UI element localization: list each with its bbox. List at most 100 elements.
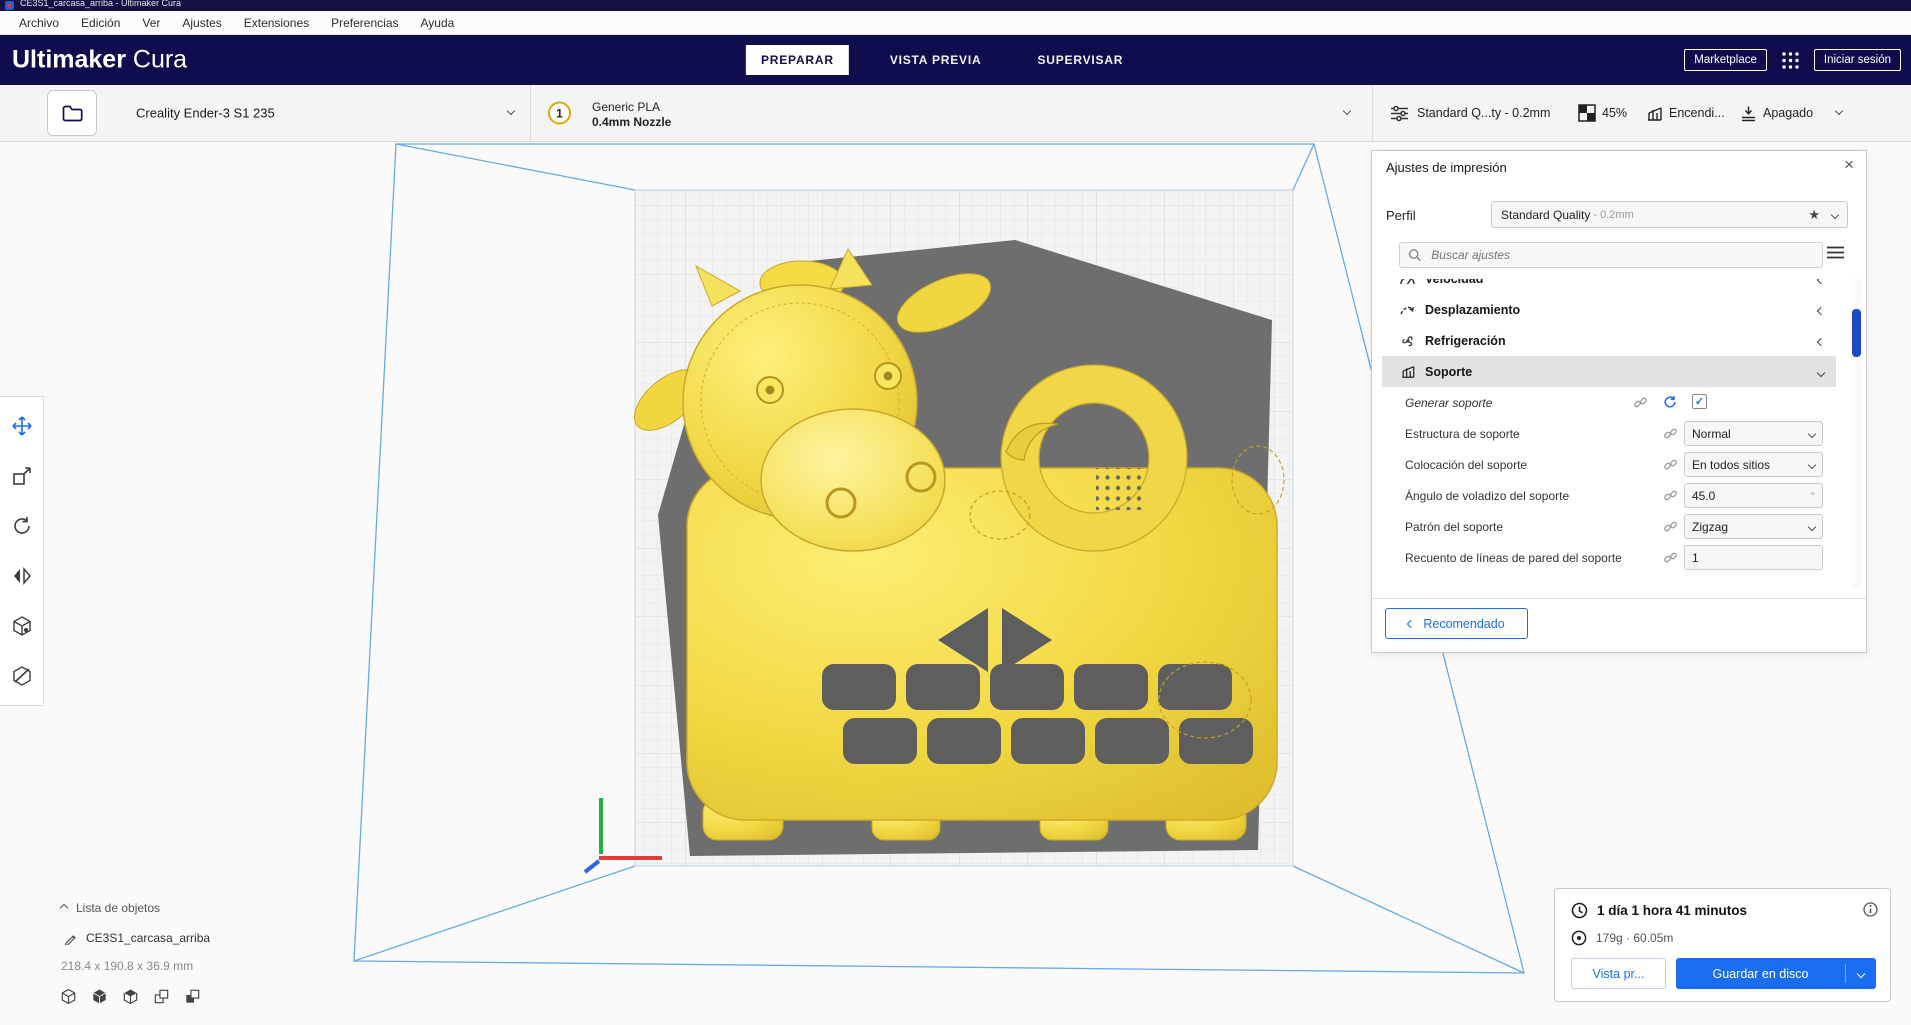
menu-ajustes[interactable]: Ajustes xyxy=(171,11,232,34)
reset-icon[interactable] xyxy=(1663,395,1677,409)
preview-button[interactable]: Vista pr... xyxy=(1571,958,1666,989)
profile-dropdown[interactable]: Standard Quality - 0.2mm ★ xyxy=(1491,201,1848,228)
cube-top-icon[interactable] xyxy=(122,988,139,1005)
cubes-copy-icon[interactable] xyxy=(184,988,201,1005)
material-usage: 179g · 60.05m xyxy=(1571,930,1673,946)
cooling-fan-icon xyxy=(1399,333,1416,349)
save-chevron-down-icon[interactable] xyxy=(1856,969,1866,978)
settings-scrollbar[interactable] xyxy=(1852,279,1861,587)
sliders-icon xyxy=(1391,105,1408,121)
material-usage-value: 179g · 60.05m xyxy=(1596,931,1674,945)
recommended-mode-button[interactable]: Recomendado xyxy=(1385,608,1528,639)
setting-label: Ángulo de voladizo del soporte xyxy=(1405,488,1570,503)
support-pattern-dropdown[interactable]: Zigzag xyxy=(1684,514,1823,539)
overhang-angle-input[interactable]: 45.0 ° xyxy=(1684,483,1823,508)
link-icon[interactable] xyxy=(1633,395,1648,410)
link-icon[interactable] xyxy=(1663,519,1678,534)
profile-suffix: - 0.2mm xyxy=(1593,208,1634,221)
printer-selector[interactable]: Creality Ender-3 S1 235 xyxy=(136,106,275,121)
support-wall-count-input[interactable]: 1 xyxy=(1684,545,1823,570)
tab-vista-previa[interactable]: VISTA PREVIA xyxy=(875,45,997,75)
close-icon[interactable]: × xyxy=(1844,155,1854,175)
folder-icon xyxy=(62,105,83,121)
rotate-icon xyxy=(13,517,30,534)
adhesion-summary[interactable]: Apagado xyxy=(1740,85,1813,141)
scrollbar-thumb[interactable] xyxy=(1852,309,1861,357)
category-refrigeracion[interactable]: Refrigeración xyxy=(1382,325,1836,356)
setting-label: Estructura de soporte xyxy=(1405,426,1520,441)
print-settings-chevron-down-icon[interactable] xyxy=(1834,106,1844,116)
settings-list: Velocidad Desplazamiento Refrigeración S… xyxy=(1372,279,1850,587)
extruder-badge[interactable]: 1 xyxy=(548,101,571,125)
category-soporte[interactable]: Soporte xyxy=(1382,356,1836,387)
object-list-toggle[interactable]: Lista de objetos xyxy=(59,901,161,915)
link-icon[interactable] xyxy=(1663,488,1678,503)
category-velocidad[interactable]: Velocidad xyxy=(1382,279,1836,294)
per-model-settings-button[interactable] xyxy=(0,601,43,651)
adhesion-icon xyxy=(1742,106,1755,121)
logo-light: Cura xyxy=(125,45,188,74)
support-placement-dropdown[interactable]: En todos sitios xyxy=(1684,452,1823,477)
sign-in-button[interactable]: Iniciar sesión xyxy=(1813,49,1901,71)
material-name[interactable]: Generic PLA xyxy=(592,100,660,114)
mirror-icon xyxy=(13,566,31,586)
setting-colocacion: Colocación del soporte En todos sitios xyxy=(1382,449,1836,480)
menu-ver[interactable]: Ver xyxy=(131,11,171,34)
save-label: Guardar en disco xyxy=(1712,966,1809,981)
material-nozzle[interactable]: 0.4mm Nozzle xyxy=(592,115,671,129)
printer-chevron-down-icon[interactable] xyxy=(506,106,516,116)
menu-ayuda[interactable]: Ayuda xyxy=(410,11,466,34)
category-label: Refrigeración xyxy=(1425,333,1506,348)
profile-summary-label: Standard Q...ty - 0.2mm xyxy=(1417,106,1551,120)
link-icon[interactable] xyxy=(1663,457,1678,472)
view-preset-icons xyxy=(60,988,201,1005)
scale-icon xyxy=(12,467,31,485)
window-titlebar: CE3S1_carcasa_arriba - Ultimaker Cura xyxy=(0,0,1911,11)
search-input[interactable] xyxy=(1429,247,1814,263)
settings-menu-icon[interactable] xyxy=(1827,246,1844,259)
search-icon xyxy=(1408,249,1421,262)
info-icon[interactable] xyxy=(1863,902,1878,917)
object-dimensions: 218.4 x 190.8 x 36.9 mm xyxy=(61,959,194,973)
check-icon: ✓ xyxy=(1694,396,1705,408)
infill-icon xyxy=(1578,104,1596,122)
save-to-disk-button[interactable]: Guardar en disco xyxy=(1676,958,1876,989)
support-blocker-button[interactable] xyxy=(0,651,43,701)
menu-archivo[interactable]: Archivo xyxy=(8,11,70,34)
menu-extensiones[interactable]: Extensiones xyxy=(233,11,320,34)
tab-supervisar[interactable]: SUPERVISAR xyxy=(1022,45,1138,75)
panel-title: Ajustes de impresión xyxy=(1386,160,1507,175)
menu-preferencias[interactable]: Preferencias xyxy=(320,11,409,34)
object-list-label: Lista de objetos xyxy=(76,901,161,915)
app-logo: Ultimaker Cura xyxy=(12,46,187,75)
menu-edicion[interactable]: Edición xyxy=(70,11,131,34)
support-structure-dropdown[interactable]: Normal xyxy=(1684,421,1823,446)
link-icon[interactable] xyxy=(1663,426,1678,441)
logo-bold: Ultimaker xyxy=(12,45,126,74)
settings-search[interactable] xyxy=(1399,242,1823,268)
marketplace-button[interactable]: Marketplace xyxy=(1684,49,1767,71)
material-chevron-down-icon[interactable] xyxy=(1342,106,1352,116)
link-icon[interactable] xyxy=(1663,550,1678,565)
object-list-item[interactable]: CE3S1_carcasa_arriba xyxy=(64,931,210,945)
apps-grid-icon[interactable] xyxy=(1781,51,1800,70)
cube-outline-icon[interactable] xyxy=(60,988,77,1005)
rotate-tool-button[interactable] xyxy=(0,501,43,551)
support-summary[interactable]: Encendi... xyxy=(1646,85,1725,141)
scale-tool-button[interactable] xyxy=(0,451,43,501)
category-desplazamiento[interactable]: Desplazamiento xyxy=(1382,294,1836,325)
dropdown-value: Zigzag xyxy=(1692,519,1729,534)
generate-support-checkbox[interactable]: ✓ xyxy=(1692,394,1707,409)
infill-summary[interactable]: 45% xyxy=(1578,85,1627,141)
cube-solid-icon[interactable] xyxy=(91,988,108,1005)
profile-label: Perfil xyxy=(1386,208,1416,223)
app-header: Ultimaker Cura PREPARAR VISTA PREVIA SUP… xyxy=(0,35,1911,85)
tab-preparar[interactable]: PREPARAR xyxy=(745,45,849,75)
cubes-stack-icon[interactable] xyxy=(153,988,170,1005)
menubar: Archivo Edición Ver Ajustes Extensiones … xyxy=(0,11,1911,35)
profile-summary[interactable]: Standard Q...ty - 0.2mm xyxy=(1390,85,1550,141)
move-tool-button[interactable] xyxy=(0,401,43,451)
open-file-button[interactable] xyxy=(47,90,97,136)
star-icon[interactable]: ★ xyxy=(1808,207,1820,223)
mirror-tool-button[interactable] xyxy=(0,551,43,601)
